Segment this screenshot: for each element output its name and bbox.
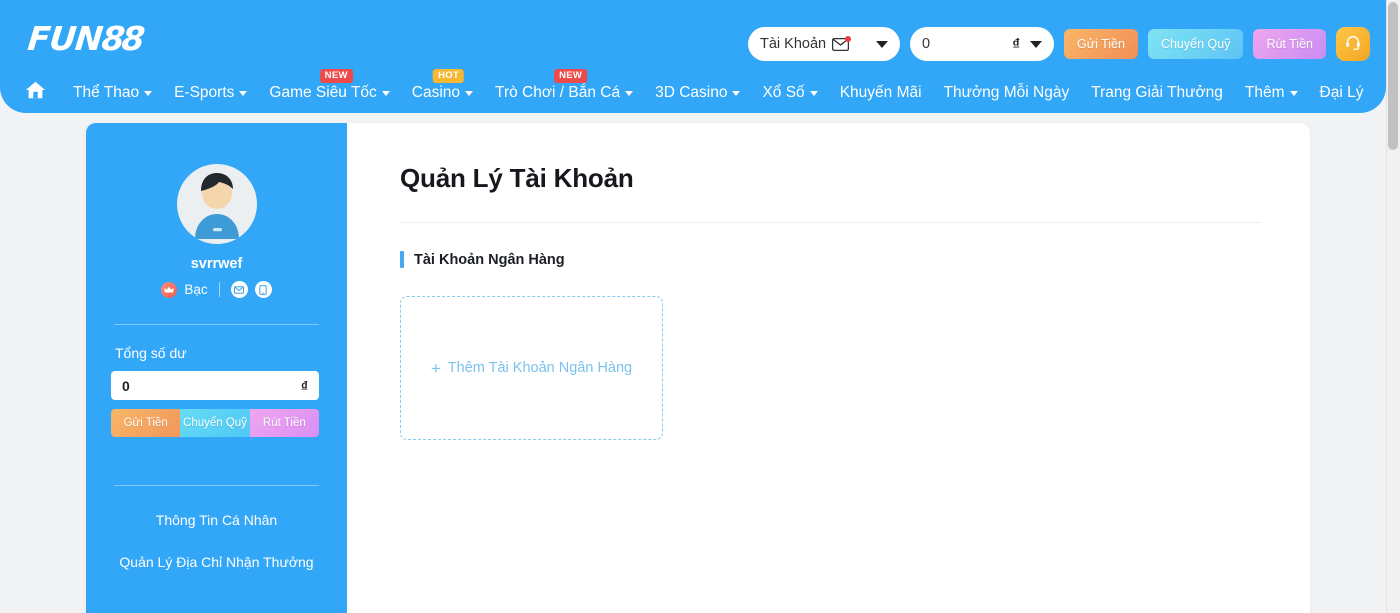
chevron-down-icon bbox=[381, 91, 390, 96]
brand-logo-fun: FUN bbox=[25, 19, 105, 58]
nav-label: Đại Lý bbox=[1319, 83, 1364, 101]
mobile-icon[interactable] bbox=[254, 281, 272, 298]
main-navigation: Thể Thao E-Sports NEW Game Siêu Tốc HOT … bbox=[0, 68, 1386, 113]
header-withdraw-button[interactable]: Rút Tiền bbox=[1253, 29, 1326, 59]
balance-dropdown[interactable]: 0 ₫ bbox=[909, 27, 1054, 61]
nav-label: Casino bbox=[411, 83, 461, 101]
nav-label: Thưởng Mỗi Ngày bbox=[943, 83, 1070, 101]
account-sidebar: svrrwef Bạc Tổng số dư 0 ₫ Gửi Tiền Chuy… bbox=[86, 123, 347, 613]
chevron-down-icon bbox=[625, 91, 634, 96]
section-accent-bar bbox=[400, 251, 404, 268]
nav-item-thuong-moi-ngay[interactable]: Thưởng Mỗi Ngày bbox=[933, 84, 1081, 102]
avatar-container bbox=[86, 123, 347, 244]
sidebar-divider bbox=[114, 324, 319, 325]
brand-logo-88: 88 bbox=[99, 19, 144, 58]
envelope-icon[interactable] bbox=[230, 281, 248, 298]
plus-icon: + bbox=[430, 358, 441, 378]
tier-row: Bạc bbox=[86, 281, 347, 298]
sidebar-item-thong-tin-ca-nhan[interactable]: Thông Tin Cá Nhân bbox=[86, 512, 347, 528]
crown-icon bbox=[161, 281, 178, 298]
nav-label: Trò Chơi / Bắn Cá bbox=[495, 83, 621, 101]
total-balance-value: 0 bbox=[122, 377, 130, 394]
badge-new: NEW bbox=[319, 68, 353, 83]
chevron-down-icon bbox=[809, 91, 818, 96]
currency-symbol: ₫ bbox=[300, 377, 308, 394]
avatar[interactable] bbox=[176, 164, 257, 244]
divider bbox=[218, 282, 220, 297]
chevron-down-icon bbox=[144, 91, 153, 96]
add-bank-account-label-wrap: + Thêm Tài Khoản Ngân Hàng bbox=[431, 360, 632, 377]
nav-item-trang-giai-thuong[interactable]: Trang Giải Thưởng bbox=[1080, 84, 1234, 102]
page-title: Quản Lý Tài Khoản bbox=[400, 163, 634, 193]
currency-symbol: ₫ bbox=[1012, 35, 1020, 53]
nav-item-dai-ly[interactable]: Đại Lý bbox=[1309, 84, 1375, 102]
nav-item-tro-choi-ban-ca[interactable]: NEW Trò Chơi / Bắn Cá bbox=[484, 68, 644, 102]
chevron-down-icon bbox=[239, 91, 248, 96]
header-deposit-button[interactable]: Gửi Tiền bbox=[1063, 29, 1138, 59]
content-card: svrrwef Bạc Tổng số dư 0 ₫ Gửi Tiền Chuy… bbox=[86, 123, 1310, 613]
nav-item-xo-so[interactable]: Xổ Số bbox=[751, 84, 828, 102]
chevron-down-icon bbox=[732, 91, 741, 96]
chevron-down-icon bbox=[875, 40, 888, 48]
section-header: Tài Khoản Ngân Hàng bbox=[400, 251, 1262, 268]
total-balance-label: Tổng số dư bbox=[115, 345, 187, 361]
nav-label: Game Siêu Tốc bbox=[269, 83, 377, 101]
page-root: FUN88 Tài Khoản 0 ₫ Gửi Tiền Chuyển Quỹ … bbox=[0, 0, 1400, 613]
page-scrollbar-track[interactable] bbox=[1386, 0, 1400, 613]
add-bank-account-label: Thêm Tài Khoản Ngân Hàng bbox=[447, 360, 633, 376]
nav-label: Trang Giải Thưởng bbox=[1091, 83, 1223, 101]
badge-new: NEW bbox=[554, 68, 588, 83]
support-button[interactable] bbox=[1336, 27, 1370, 61]
main-pane: Quản Lý Tài Khoản Tài Khoản Ngân Hàng + … bbox=[347, 123, 1310, 613]
home-icon bbox=[24, 79, 47, 106]
nav-item-khuyen-mai[interactable]: Khuyến Mãi bbox=[829, 84, 933, 102]
sidebar-divider bbox=[114, 485, 319, 486]
nav-item-them[interactable]: Thêm bbox=[1234, 84, 1309, 102]
nav-item-game-sieu-toc[interactable]: NEW Game Siêu Tốc bbox=[258, 68, 400, 102]
user-avatar-icon bbox=[177, 171, 257, 244]
brand-logo[interactable]: FUN88 bbox=[26, 19, 144, 58]
divider bbox=[400, 222, 1262, 223]
nav-label: E-Sports bbox=[174, 83, 235, 101]
notification-dot bbox=[845, 35, 852, 42]
nav-label: 3D Casino bbox=[655, 83, 728, 101]
nav-item-casino[interactable]: HOT Casino bbox=[401, 68, 484, 102]
badge-hot: HOT bbox=[433, 68, 465, 83]
total-balance-field[interactable]: 0 ₫ bbox=[111, 371, 319, 400]
sidebar-deposit-button[interactable]: Gửi Tiền bbox=[111, 409, 181, 437]
page-scrollbar-thumb[interactable] bbox=[1388, 2, 1398, 150]
sidebar-item-quan-ly-dia-chi-nhan-thuong[interactable]: Quản Lý Địa Chỉ Nhận Thưởng bbox=[86, 554, 347, 570]
nav-item-the-thao[interactable]: Thể Thao bbox=[62, 84, 163, 102]
sidebar-action-buttons: Gửi Tiền Chuyển Quỹ Rút Tiền bbox=[111, 409, 319, 437]
headset-icon bbox=[1344, 33, 1362, 56]
sidebar-transfer-button[interactable]: Chuyển Quỹ bbox=[180, 409, 250, 437]
nav-label: Thể Thao bbox=[73, 83, 140, 101]
username: svrrwef bbox=[190, 256, 243, 272]
chevron-down-icon bbox=[1289, 91, 1298, 96]
nav-label: Thêm bbox=[1244, 83, 1285, 101]
tier-label: Bạc bbox=[184, 282, 208, 297]
nav-item-e-sports[interactable]: E-Sports bbox=[163, 84, 258, 102]
balance-value: 0 bbox=[921, 36, 931, 52]
sidebar-withdraw-button[interactable]: Rút Tiền bbox=[249, 409, 319, 437]
nav-home-button[interactable] bbox=[20, 79, 50, 106]
site-header: FUN88 Tài Khoản 0 ₫ Gửi Tiền Chuyển Quỹ … bbox=[0, 0, 1386, 113]
mail-icon bbox=[832, 35, 852, 51]
section-title: Tài Khoản Ngân Hàng bbox=[414, 251, 565, 268]
header-actions: Tài Khoản 0 ₫ Gửi Tiền Chuyển Quỹ Rút Ti… bbox=[747, 27, 1370, 61]
add-bank-account-button[interactable]: + Thêm Tài Khoản Ngân Hàng bbox=[400, 296, 663, 440]
account-dropdown-label: Tài Khoản bbox=[759, 36, 827, 52]
nav-label: Xổ Số bbox=[762, 83, 805, 101]
nav-item-3d-casino[interactable]: 3D Casino bbox=[644, 84, 751, 102]
header-transfer-button[interactable]: Chuyển Quỹ bbox=[1147, 29, 1244, 59]
nav-label: Khuyến Mãi bbox=[839, 83, 922, 101]
chevron-down-icon bbox=[465, 91, 474, 96]
account-dropdown[interactable]: Tài Khoản bbox=[747, 27, 900, 61]
chevron-down-icon bbox=[1029, 40, 1042, 48]
